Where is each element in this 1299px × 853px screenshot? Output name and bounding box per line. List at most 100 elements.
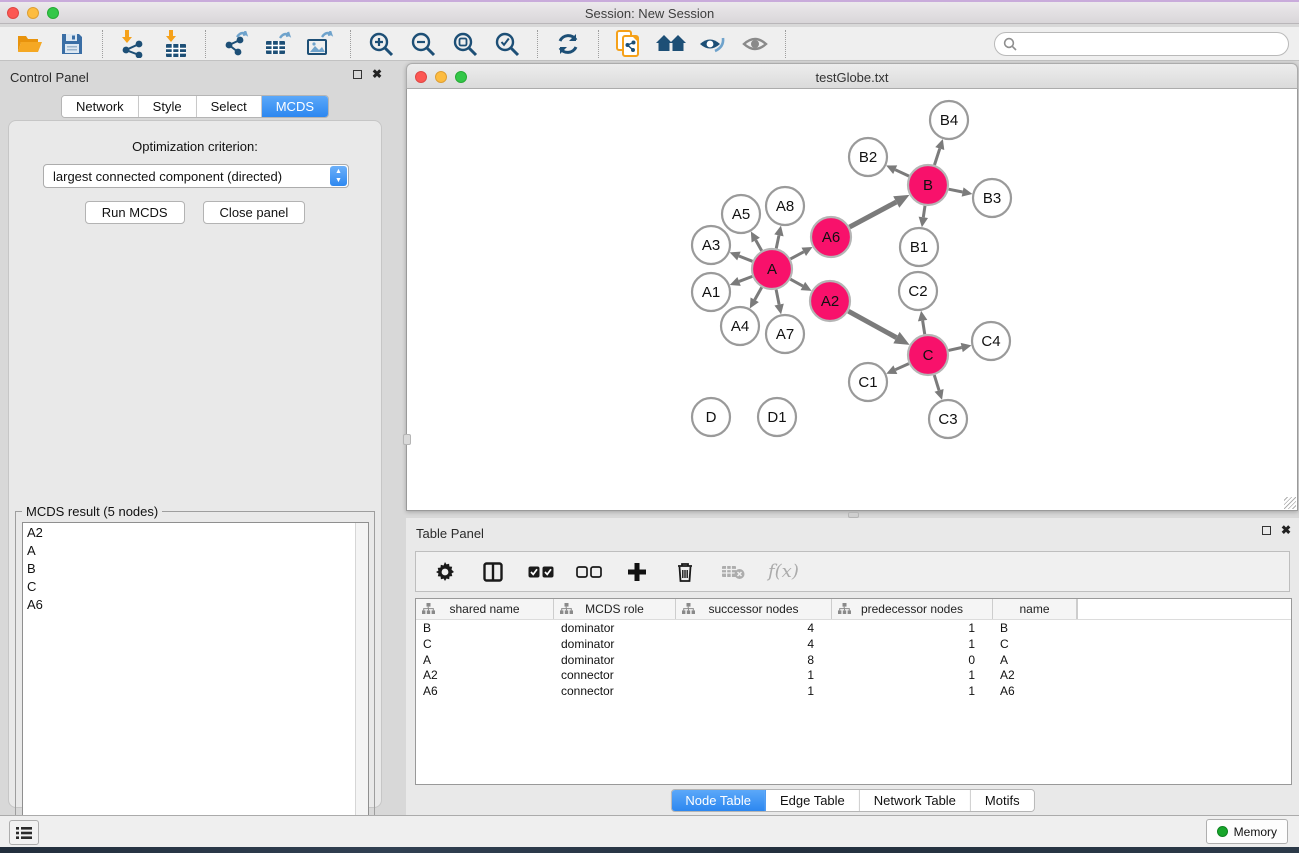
edge-A-A6[interactable] <box>790 252 803 259</box>
scrollbar[interactable] <box>355 523 368 843</box>
table-cell[interactable]: A6 <box>416 683 554 699</box>
table-cell[interactable]: 1 <box>832 667 993 683</box>
table-cell[interactable]: 8 <box>676 652 832 668</box>
export-table-icon[interactable] <box>262 29 294 59</box>
result-item[interactable]: A6 <box>23 595 368 613</box>
table-cell[interactable]: C <box>416 636 554 652</box>
run-mcds-button[interactable]: Run MCDS <box>85 201 185 224</box>
column-header-MCDS-role[interactable]: MCDS role <box>554 599 676 619</box>
zoom-out-icon[interactable] <box>407 29 439 59</box>
zoom-in-icon[interactable] <box>365 29 397 59</box>
table-cell[interactable]: 0 <box>832 652 993 668</box>
edge-A-A3[interactable] <box>739 256 753 261</box>
edge-A-A5[interactable] <box>756 240 762 251</box>
table-cell[interactable]: A <box>993 652 1077 668</box>
clone-network-icon[interactable] <box>613 29 645 59</box>
resize-grip-icon[interactable] <box>1284 497 1296 509</box>
result-item[interactable]: A <box>23 541 368 559</box>
edge-C-C1[interactable] <box>895 364 908 370</box>
mcds-result-list[interactable]: A2ABCA6 <box>22 522 369 844</box>
result-item[interactable]: B <box>23 559 368 577</box>
table-cell[interactable]: dominator <box>554 620 676 636</box>
result-item[interactable]: A2 <box>23 523 368 541</box>
edge-B-B2[interactable] <box>895 170 909 176</box>
tab-mcds[interactable]: MCDS <box>262 96 328 117</box>
delete-table-icon[interactable] <box>720 559 746 585</box>
node-table[interactable]: shared nameMCDS rolesuccessor nodesprede… <box>415 598 1292 785</box>
edge-C-C2[interactable] <box>923 321 925 335</box>
edge-A-A8[interactable] <box>776 235 779 248</box>
zoom-selected-icon[interactable] <box>491 29 523 59</box>
edge-A-A7[interactable] <box>776 290 779 305</box>
close-panel-icon[interactable]: ✖ <box>1281 526 1291 535</box>
table-cell[interactable]: B <box>416 620 554 636</box>
column-header-name[interactable]: name <box>993 599 1077 619</box>
edge-B-B1[interactable] <box>923 206 925 218</box>
search-input[interactable] <box>994 32 1289 56</box>
network-canvas[interactable]: B4B2BB3A8A5A6A3B1AA1C2A2A4A7C4CC1C3DD1 <box>406 89 1298 511</box>
result-item[interactable]: C <box>23 577 368 595</box>
tab-node-table[interactable]: Node Table <box>671 790 766 811</box>
edge-A2-C[interactable] <box>848 311 896 337</box>
tab-network[interactable]: Network <box>62 96 139 117</box>
save-session-icon[interactable] <box>56 29 88 59</box>
gear-icon[interactable] <box>432 559 458 585</box>
edge-A6-B[interactable] <box>850 202 897 227</box>
function-builder-icon[interactable]: f(x) <box>768 561 799 582</box>
table-cell[interactable]: 1 <box>832 636 993 652</box>
hide-selected-icon[interactable] <box>697 29 729 59</box>
table-cell[interactable]: dominator <box>554 652 676 668</box>
delete-icon[interactable] <box>672 559 698 585</box>
edge-B-B4[interactable] <box>934 149 939 165</box>
table-cell[interactable]: connector <box>554 683 676 699</box>
tab-edge-table[interactable]: Edge Table <box>766 790 860 811</box>
float-panel-icon[interactable] <box>1262 526 1271 535</box>
export-image-icon[interactable] <box>304 29 336 59</box>
table-cell[interactable]: A6 <box>993 683 1077 699</box>
show-panels-button[interactable] <box>9 820 39 845</box>
import-table-icon[interactable] <box>159 29 191 59</box>
table-row[interactable]: A2connector11A2 <box>416 667 1291 683</box>
select-all-icon[interactable] <box>528 559 554 585</box>
tab-select[interactable]: Select <box>197 96 262 117</box>
tab-style[interactable]: Style <box>139 96 197 117</box>
edge-A-A2[interactable] <box>790 279 802 286</box>
table-cell[interactable]: 1 <box>676 667 832 683</box>
edge-A-A4[interactable] <box>755 287 762 300</box>
network-window-titlebar[interactable]: testGlobe.txt <box>406 63 1298 89</box>
table-cell[interactable]: 1 <box>832 620 993 636</box>
table-row[interactable]: A6connector11A6 <box>416 683 1291 699</box>
show-all-icon[interactable] <box>739 29 771 59</box>
column-header-predecessor-nodes[interactable]: predecessor nodes <box>832 599 993 619</box>
table-row[interactable]: Adominator80A <box>416 652 1291 668</box>
column-header-shared-name[interactable]: shared name <box>416 599 554 619</box>
table-row[interactable]: Bdominator41B <box>416 620 1291 636</box>
deselect-all-icon[interactable] <box>576 559 602 585</box>
table-cell[interactable]: C <box>993 636 1077 652</box>
edge-C-C4[interactable] <box>948 348 961 351</box>
close-panel-button[interactable]: Close panel <box>203 201 306 224</box>
table-cell[interactable]: 1 <box>676 683 832 699</box>
table-cell[interactable]: A2 <box>993 667 1077 683</box>
home-icon[interactable] <box>655 29 687 59</box>
tab-motifs[interactable]: Motifs <box>971 790 1034 811</box>
add-icon[interactable] <box>624 559 650 585</box>
tab-network-table[interactable]: Network Table <box>860 790 971 811</box>
export-network-icon[interactable] <box>220 29 252 59</box>
table-cell[interactable]: dominator <box>554 636 676 652</box>
optimization-criterion-select[interactable]: largest connected component (directed) ▲… <box>43 164 349 188</box>
table-cell[interactable]: 1 <box>832 683 993 699</box>
edge-C-C3[interactable] <box>934 375 939 390</box>
table-cell[interactable]: 4 <box>676 636 832 652</box>
open-file-icon[interactable] <box>14 29 46 59</box>
table-cell[interactable]: B <box>993 620 1077 636</box>
memory-button[interactable]: Memory <box>1206 819 1288 844</box>
column-layout-icon[interactable] <box>480 559 506 585</box>
table-cell[interactable]: connector <box>554 667 676 683</box>
splitter-handle[interactable] <box>403 434 411 445</box>
close-panel-icon[interactable]: ✖ <box>372 70 382 79</box>
zoom-fit-icon[interactable] <box>449 29 481 59</box>
refresh-icon[interactable] <box>552 29 584 59</box>
table-cell[interactable]: A <box>416 652 554 668</box>
edge-A-A1[interactable] <box>739 276 752 281</box>
